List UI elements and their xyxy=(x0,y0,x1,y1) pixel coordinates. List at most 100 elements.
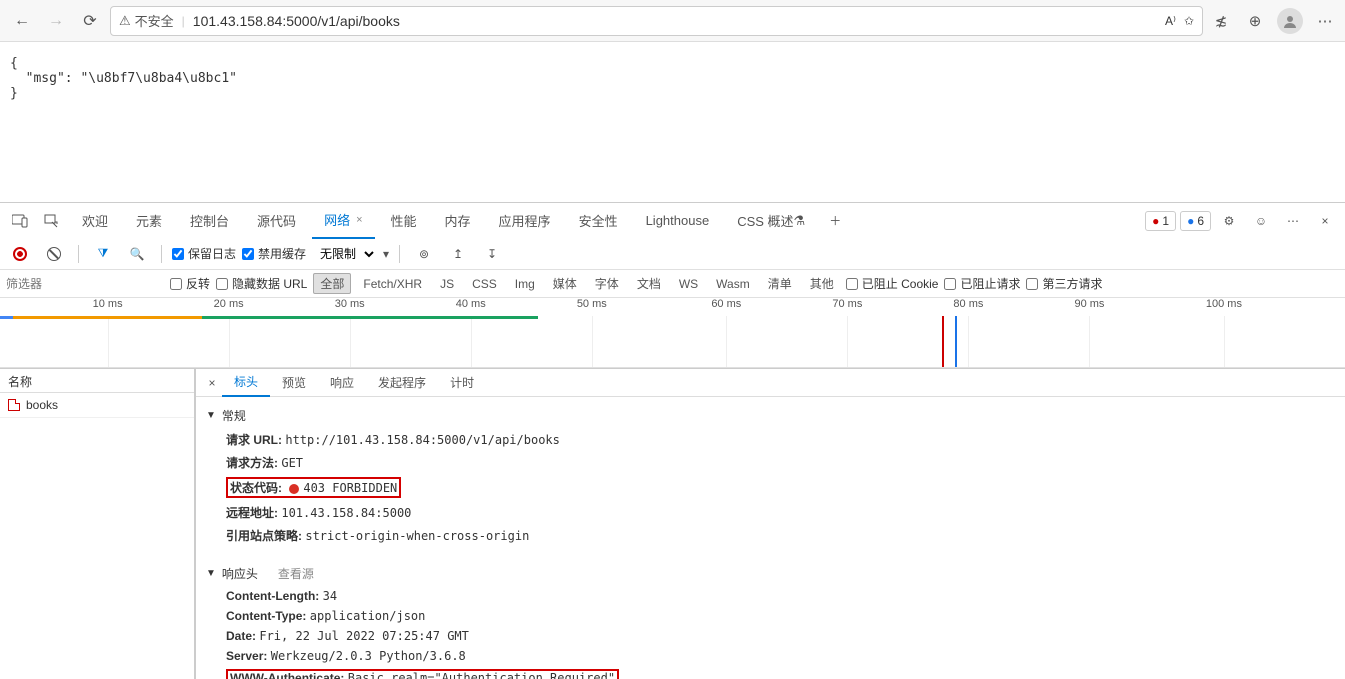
disable-cache-checkbox[interactable]: 禁用缓存 xyxy=(242,245,306,262)
request-list: 名称 books xyxy=(0,369,196,679)
favorites-icon[interactable]: ≴ xyxy=(1209,9,1233,33)
tab-console[interactable]: 控制台 xyxy=(178,203,241,239)
hide-data-urls-checkbox[interactable]: 隐藏数据 URL xyxy=(216,275,307,292)
request-list-header: 名称 xyxy=(0,369,194,393)
filter-type-all[interactable]: 全部 xyxy=(313,273,351,294)
referrer-policy-value: strict-origin-when-cross-origin xyxy=(305,529,529,543)
addr-separator: | xyxy=(182,14,185,28)
blocked-cookies-checkbox[interactable]: 已阻止 Cookie xyxy=(846,275,939,292)
flask-icon: ⚗ xyxy=(794,213,806,229)
filter-toggle-icon[interactable]: ⧩ xyxy=(89,240,117,268)
tab-welcome[interactable]: 欢迎 xyxy=(70,203,120,239)
download-icon[interactable]: ↧ xyxy=(478,240,506,268)
read-aloud-icon[interactable]: A⁾ xyxy=(1165,14,1176,28)
wifi-icon[interactable]: ⊚ xyxy=(410,240,438,268)
filter-type-manifest[interactable]: 清单 xyxy=(762,274,798,293)
request-row-books[interactable]: books xyxy=(0,393,194,418)
inspect-icon[interactable] xyxy=(38,207,66,235)
warning-icon: ⚠ xyxy=(119,13,131,29)
detail-tab-headers[interactable]: 标头 xyxy=(222,369,270,397)
timeline-marker-load xyxy=(955,316,957,367)
error-dot-icon xyxy=(289,484,299,494)
url-text: 101.43.158.84:5000/v1/api/books xyxy=(193,13,400,29)
filter-input[interactable] xyxy=(6,277,126,291)
filter-type-ws[interactable]: WS xyxy=(673,276,704,292)
forward-button[interactable]: → xyxy=(42,7,70,35)
network-timeline[interactable]: 10 ms 20 ms 30 ms 40 ms 50 ms 60 ms 70 m… xyxy=(0,298,1345,368)
tab-sources[interactable]: 源代码 xyxy=(245,203,308,239)
filter-type-doc[interactable]: 文档 xyxy=(631,274,667,293)
tab-memory[interactable]: 内存 xyxy=(433,203,483,239)
reload-button[interactable]: ⟳ xyxy=(76,7,104,35)
tab-css-overview[interactable]: CSS 概述 ⚗ xyxy=(725,203,817,239)
collections-icon[interactable]: ⊕ xyxy=(1243,9,1267,33)
detail-tab-response[interactable]: 响应 xyxy=(318,369,366,397)
status-code-value: 403 FORBIDDEN xyxy=(303,481,397,495)
tab-performance[interactable]: 性能 xyxy=(379,203,429,239)
upload-icon[interactable]: ↥ xyxy=(444,240,472,268)
close-devtools-icon[interactable]: × xyxy=(1311,207,1339,235)
toolbar-right: ≴ ⊕ ⋯ xyxy=(1209,8,1337,34)
network-subtoolbar: ⧩ 🔍 保留日志 禁用缓存 无限制 ▾ ⊚ ↥ ↧ xyxy=(0,238,1345,270)
more-icon[interactable]: ⋯ xyxy=(1313,9,1337,33)
device-toggle-icon[interactable] xyxy=(6,207,34,235)
remote-address-value: 101.43.158.84:5000 xyxy=(281,506,411,520)
filter-type-fetch-xhr[interactable]: Fetch/XHR xyxy=(357,276,428,292)
network-detail-split: 名称 books × 标头 预览 响应 发起程序 计时 ▼常规 请求 URL: … xyxy=(0,368,1345,679)
back-button[interactable]: ← xyxy=(8,7,36,35)
third-party-checkbox[interactable]: 第三方请求 xyxy=(1026,275,1102,292)
tab-elements[interactable]: 元素 xyxy=(124,203,174,239)
date-value: Fri, 22 Jul 2022 07:25:47 GMT xyxy=(259,629,469,643)
section-general[interactable]: ▼常规 xyxy=(206,403,1335,428)
profile-avatar[interactable] xyxy=(1277,8,1303,34)
detail-tab-initiator[interactable]: 发起程序 xyxy=(366,369,438,397)
detail-tab-preview[interactable]: 预览 xyxy=(270,369,318,397)
close-detail-icon[interactable]: × xyxy=(202,376,222,390)
insecure-badge: ⚠ 不安全 xyxy=(119,11,174,30)
www-authenticate-highlight: WWW-Authenticate: Basic realm="Authentic… xyxy=(226,669,619,679)
status-code-highlight: 状态代码: 403 FORBIDDEN xyxy=(226,477,401,498)
settings-icon[interactable]: ⚙ xyxy=(1215,207,1243,235)
add-tab-icon[interactable]: ＋ xyxy=(821,207,849,235)
more-devtools-icon[interactable]: ⋯ xyxy=(1279,207,1307,235)
filter-type-other[interactable]: 其他 xyxy=(804,274,840,293)
chevron-down-icon: ▾ xyxy=(383,247,389,261)
content-type-value: application/json xyxy=(310,609,426,623)
triangle-down-icon: ▼ xyxy=(206,568,216,579)
request-name: books xyxy=(26,398,58,412)
close-icon[interactable]: × xyxy=(356,214,362,226)
detail-tab-bar: × 标头 预览 响应 发起程序 计时 xyxy=(196,369,1345,397)
filter-type-js[interactable]: JS xyxy=(434,276,460,292)
clear-button[interactable] xyxy=(40,240,68,268)
filter-type-img[interactable]: Img xyxy=(509,276,541,292)
timeline-marker-dom xyxy=(942,316,944,367)
tab-application[interactable]: 应用程序 xyxy=(487,203,563,239)
detail-tab-timing[interactable]: 计时 xyxy=(438,369,486,397)
tab-lighthouse[interactable]: Lighthouse xyxy=(634,203,722,239)
address-bar[interactable]: ⚠ 不安全 | 101.43.158.84:5000/v1/api/books … xyxy=(110,6,1203,36)
filter-type-css[interactable]: CSS xyxy=(466,276,503,292)
invert-checkbox[interactable]: 反转 xyxy=(170,275,210,292)
filter-type-media[interactable]: 媒体 xyxy=(547,274,583,293)
search-icon[interactable]: 🔍 xyxy=(123,240,151,268)
section-response-headers[interactable]: ▼响应头查看源 xyxy=(206,561,1335,586)
request-url-value: http://101.43.158.84:5000/v1/api/books xyxy=(285,433,560,447)
preserve-log-checkbox[interactable]: 保留日志 xyxy=(172,245,236,262)
tab-network[interactable]: 网络× xyxy=(312,203,374,239)
blocked-requests-checkbox[interactable]: 已阻止请求 xyxy=(944,275,1020,292)
throttling-select[interactable]: 无限制 xyxy=(312,246,377,262)
record-button[interactable] xyxy=(6,240,34,268)
filter-type-font[interactable]: 字体 xyxy=(589,274,625,293)
info-badge[interactable]: ●6 xyxy=(1180,211,1211,231)
favorite-icon[interactable]: ✩ xyxy=(1184,14,1194,28)
timeline-bars xyxy=(0,316,1345,320)
headers-panel: ▼常规 请求 URL: http://101.43.158.84:5000/v1… xyxy=(196,397,1345,679)
feedback-icon[interactable]: ☺ xyxy=(1247,207,1275,235)
triangle-down-icon: ▼ xyxy=(206,410,216,421)
filter-type-wasm[interactable]: Wasm xyxy=(710,276,756,292)
devtools-tab-bar: 欢迎 元素 控制台 源代码 网络× 性能 内存 应用程序 安全性 Lightho… xyxy=(0,202,1345,238)
tab-security[interactable]: 安全性 xyxy=(567,203,630,239)
view-source-link[interactable]: 查看源 xyxy=(278,565,314,582)
error-badge[interactable]: ●1 xyxy=(1145,211,1176,231)
timeline-ruler: 10 ms 20 ms 30 ms 40 ms 50 ms 60 ms 70 m… xyxy=(0,298,1345,316)
